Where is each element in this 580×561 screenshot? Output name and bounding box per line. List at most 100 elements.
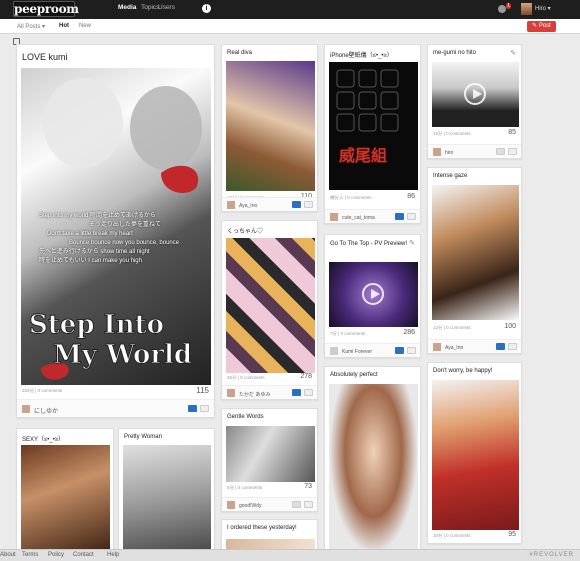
user-avatar[interactable] (22, 405, 30, 413)
post-image[interactable] (21, 445, 110, 555)
post-image[interactable]: Step into my world 時間を止めてあげるから そう走り出した夢を… (21, 68, 211, 385)
post-card-megumi[interactable]: me-gumi no hito ✎ 15分 | 0 comments 85 hi… (427, 44, 522, 159)
play-icon[interactable] (362, 283, 384, 305)
user-avatar[interactable] (227, 501, 235, 509)
filter-new[interactable]: New (79, 23, 91, 29)
user-menu[interactable]: Hiro ▾ (535, 5, 551, 12)
like-button[interactable] (395, 213, 404, 220)
like-button[interactable] (292, 201, 301, 208)
post-card-absolutely-perfect[interactable]: Absolutely perfect (324, 366, 421, 554)
footer-link-terms[interactable]: Terms (22, 552, 38, 558)
post-meta: 10分 | 0 comments (433, 533, 471, 538)
play-icon[interactable] (464, 83, 486, 105)
share-button[interactable] (304, 501, 313, 508)
post-button[interactable]: ✎ Post (527, 21, 556, 32)
post-footer: Kumi Forever (325, 343, 420, 357)
like-count: 95 (508, 531, 516, 538)
footer-link-contact[interactable]: Contact (73, 552, 94, 558)
like-button[interactable] (496, 343, 505, 350)
user-avatar[interactable] (433, 343, 441, 351)
post-image[interactable] (226, 238, 315, 373)
post-card-love-kumi[interactable]: LOVE kumi Step into my world 時間を止めてあげるから… (16, 44, 215, 418)
post-card-real-diva[interactable]: Real diva 15分 | 0 comments 110 Aya_Ino (221, 44, 318, 212)
nav-users[interactable]: Users (158, 4, 175, 11)
post-title: Pretty Woman (124, 434, 162, 440)
post-image[interactable] (226, 61, 315, 191)
post-image[interactable]: 威尾組 (329, 62, 418, 190)
post-author[interactable]: にしゆか (34, 406, 58, 415)
share-button[interactable] (304, 201, 313, 208)
post-card-gentle-words[interactable]: Gentle Words 5分 | 0 comments 73 good!Wdy (221, 408, 318, 512)
share-button[interactable] (508, 343, 517, 350)
post-card-intense-gaze[interactable]: Intense gaze 12分 | 0 comments 100 Aya_In… (427, 167, 522, 354)
info-icon[interactable]: i (202, 4, 211, 13)
post-meta: 7分 | 0 comments (330, 331, 366, 336)
user-avatar[interactable] (227, 389, 235, 397)
lyrics-overlay: Step into my world 時間を止めてあげるから そう走り出した夢を… (39, 212, 211, 266)
like-button[interactable] (188, 405, 197, 412)
nav-topics[interactable]: Topics (141, 4, 159, 11)
post-card-go-to-the-top[interactable]: Go To The Top - PV Preview! ✎ 7分 | 0 com… (324, 234, 421, 358)
post-author[interactable]: cute_cat_toma (342, 215, 375, 221)
edit-icon[interactable]: ✎ (409, 239, 415, 247)
post-title: Gentle Words (227, 414, 264, 420)
user-avatar[interactable] (227, 201, 235, 209)
share-button[interactable] (304, 389, 313, 396)
lyric-line: Don't take a little break my heart (47, 231, 133, 237)
post-image[interactable] (329, 384, 418, 554)
lyric-line: そう走り出した夢を重ねて (89, 222, 162, 228)
filter-all-posts[interactable]: All Posts ▾ (17, 23, 45, 30)
share-button[interactable] (508, 148, 517, 155)
top-navigation-bar: peeproom Media Topics Users i 1 Hiro ▾ (0, 0, 580, 19)
user-avatar[interactable] (330, 347, 338, 355)
post-image[interactable] (123, 445, 211, 555)
post-footer: good!Wdy (222, 497, 317, 511)
post-card-sexy[interactable]: SEXY（≤•_•≥） (16, 428, 114, 555)
share-button[interactable] (407, 347, 416, 354)
notifications-icon[interactable]: 1 (498, 3, 511, 14)
post-card-ordered[interactable]: I ordered these yesterday! (221, 519, 318, 553)
footer-link-policy[interactable]: Policy (48, 552, 64, 558)
post-image[interactable] (432, 380, 519, 530)
user-avatar[interactable] (521, 3, 532, 15)
lyric-line: Step into my world 時間を止めてあげるから (39, 213, 156, 219)
post-card-dont-worry[interactable]: Don't worry, be happy! 10分 | 0 comments … (427, 362, 522, 544)
post-button-label: Post (538, 23, 551, 29)
notification-count: 1 (506, 3, 511, 9)
like-button[interactable] (395, 347, 404, 354)
post-image[interactable] (226, 426, 315, 482)
like-count: 286 (403, 329, 415, 336)
post-title: me-gumi no hito (433, 50, 477, 56)
post-card-pretty-woman[interactable]: Pretty Woman (118, 428, 215, 555)
user-avatar[interactable] (330, 213, 338, 221)
post-author[interactable]: good!Wdy (239, 503, 262, 509)
share-button[interactable] (200, 405, 209, 412)
post-meta: 5分 | 0 comments (227, 485, 263, 490)
video-thumbnail[interactable] (329, 262, 418, 327)
like-button[interactable] (496, 148, 505, 155)
post-footer: たかだ あゆみ (222, 385, 317, 399)
post-author[interactable]: Aya_Ino (445, 345, 463, 351)
post-author[interactable]: hiro (445, 150, 453, 156)
share-button[interactable] (407, 213, 416, 220)
post-author[interactable]: Aya_Ino (239, 203, 257, 209)
video-thumbnail[interactable] (432, 62, 519, 127)
post-card-kucchan[interactable]: くっちゃん♡ 45分 | 0 comments 278 たかだ あゆみ (221, 220, 318, 400)
edit-icon[interactable]: ✎ (510, 49, 516, 57)
like-button[interactable] (292, 501, 301, 508)
user-avatar[interactable] (433, 148, 441, 156)
like-count: 115 (196, 386, 209, 395)
filter-hot[interactable]: Hot (59, 23, 69, 29)
post-meta: 15分 | 0 comments (433, 131, 471, 136)
site-logo[interactable]: peeproom (13, 1, 79, 17)
footer-bar: About Terms Policy Contact Help #REVOLVE… (0, 549, 580, 561)
footer-link-about[interactable]: About (0, 552, 16, 558)
image-headline-1: Step Into (29, 310, 165, 341)
post-author[interactable]: たかだ あゆみ (239, 391, 270, 398)
post-image[interactable] (432, 185, 519, 320)
footer-link-help[interactable]: Help (107, 552, 119, 558)
post-author[interactable]: Kumi Forever (342, 349, 372, 355)
like-button[interactable] (292, 389, 301, 396)
post-card-iphone-wallpaper[interactable]: iPhone壁紙儀（≤•_•≥） 威尾組 納分入 | 0 comments 86… (324, 44, 421, 224)
nav-media[interactable]: Media (118, 4, 136, 11)
